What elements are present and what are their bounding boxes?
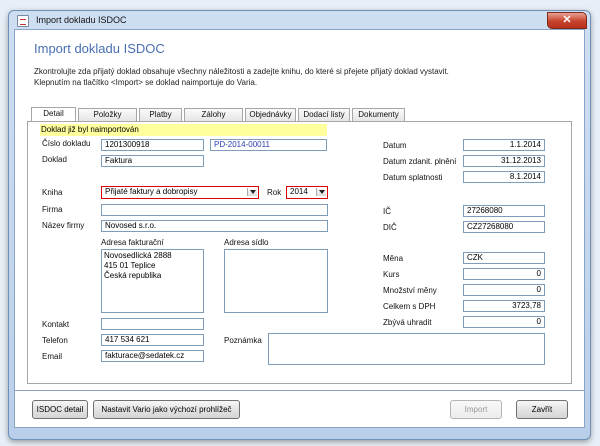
rok-select-value: 2014: [290, 187, 308, 196]
datum-field[interactable]: 1.1.2014: [463, 139, 545, 151]
kniha-select[interactable]: Přijaté faktury a dobropisy: [101, 186, 259, 199]
import-button[interactable]: Import: [450, 400, 502, 419]
telefon-field[interactable]: 417 534 621: [101, 334, 204, 346]
datum-label: Datum: [383, 141, 407, 150]
kurs-field[interactable]: 0: [463, 268, 545, 280]
adresa-fakturacni-field[interactable]: Novosedlická 2888 415 01 Teplice Česká r…: [101, 249, 204, 313]
page-title: Import dokladu ISDOC: [34, 41, 165, 56]
description-line-2: Klepnutím na tlačítko <Import> se doklad…: [34, 78, 258, 87]
kontakt-field[interactable]: [101, 318, 204, 330]
kurs-label: Kurs: [383, 270, 400, 279]
dic-field[interactable]: CZ27268080: [463, 221, 545, 233]
mnozstvi-meny-field[interactable]: 0: [463, 284, 545, 296]
tab-platby[interactable]: Platby: [139, 108, 182, 121]
dic-label: DIČ: [383, 223, 397, 232]
zbyva-uhradit-label: Zbývá uhradit: [383, 318, 432, 327]
tab-detail[interactable]: Detail: [31, 107, 76, 121]
chevron-down-icon[interactable]: [247, 188, 257, 196]
mnozstvi-meny-label: Množství měny: [383, 286, 437, 295]
mena-label: Měna: [383, 254, 404, 263]
celkem-s-dph-label: Celkem s DPH: [383, 302, 436, 311]
address-line: Česká republika: [104, 271, 162, 280]
poznamka-field[interactable]: [268, 333, 545, 365]
firma-field[interactable]: [101, 204, 328, 216]
mena-field[interactable]: CZK: [463, 252, 545, 264]
ic-field[interactable]: 27268080: [463, 205, 545, 217]
adresa-fakturacni-label: Adresa fakturační: [101, 238, 164, 247]
ic-label: IČ: [383, 207, 391, 216]
nazev-firmy-label: Název firmy: [42, 221, 85, 230]
tab-polozky[interactable]: Položky: [78, 108, 137, 121]
firma-label: Firma: [42, 205, 63, 214]
isdoc-detail-button[interactable]: ISDOC detail: [32, 400, 88, 419]
tab-objednavky[interactable]: Objednávky: [245, 108, 296, 121]
address-line: Novosedlická 2888: [104, 251, 172, 260]
chevron-down-icon[interactable]: [316, 188, 326, 196]
description-line-1: Zkontrolujte zda přijatý doklad obsahuje…: [34, 67, 449, 76]
app-icon: [17, 15, 29, 27]
kontakt-label: Kontakt: [42, 320, 70, 329]
datum-splatnosti-field[interactable]: 8.1.2014: [463, 171, 545, 183]
email-label: Email: [42, 352, 63, 361]
datum-splatnosti-label: Datum splatnosti: [383, 173, 443, 182]
address-line: 415 01 Teplice: [104, 261, 156, 270]
tab-dokumenty[interactable]: Dokumenty: [352, 108, 405, 121]
doklad-field[interactable]: Faktura: [101, 155, 204, 167]
adresa-sidlo-field[interactable]: [224, 249, 328, 313]
close-button[interactable]: ✕: [547, 12, 587, 29]
set-default-viewer-button[interactable]: Nastavit Vario jako výchozí prohlížeč: [93, 400, 240, 419]
adresa-sidlo-label: Adresa sídlo: [224, 238, 269, 247]
doklad-label: Doklad: [42, 155, 67, 164]
imported-banner: Doklad již byl naimportován: [40, 124, 327, 136]
document-reference-field[interactable]: PD-2014-00011: [210, 139, 327, 151]
cislo-dokladu-field[interactable]: 1201300918: [101, 139, 204, 151]
cislo-dokladu-label: Číslo dokladu: [42, 139, 91, 148]
poznamka-label: Poznámka: [224, 336, 262, 345]
rok-select[interactable]: 2014: [286, 186, 328, 199]
zbyva-uhradit-field[interactable]: 0: [463, 316, 545, 328]
telefon-label: Telefon: [42, 336, 68, 345]
email-field[interactable]: fakturace@sedatek.cz: [101, 350, 204, 362]
rok-label: Rok: [267, 188, 282, 197]
kniha-select-value: Přijaté faktury a dobropisy: [105, 187, 198, 196]
nazev-firmy-field[interactable]: Novosed s.r.o.: [101, 220, 328, 232]
kniha-label: Kniha: [42, 188, 63, 197]
tab-zalohy[interactable]: Zálohy: [184, 108, 243, 121]
celkem-s-dph-field[interactable]: 3723,78: [463, 300, 545, 312]
zavrit-button[interactable]: Zavřít: [516, 400, 568, 419]
tab-dodaci-listy[interactable]: Dodací listy: [298, 108, 350, 121]
datum-zdanit-field[interactable]: 31.12.2013: [463, 155, 545, 167]
datum-zdanit-label: Datum zdanit. plnění: [383, 157, 457, 166]
window-title: Import dokladu ISDOC: [36, 15, 127, 25]
